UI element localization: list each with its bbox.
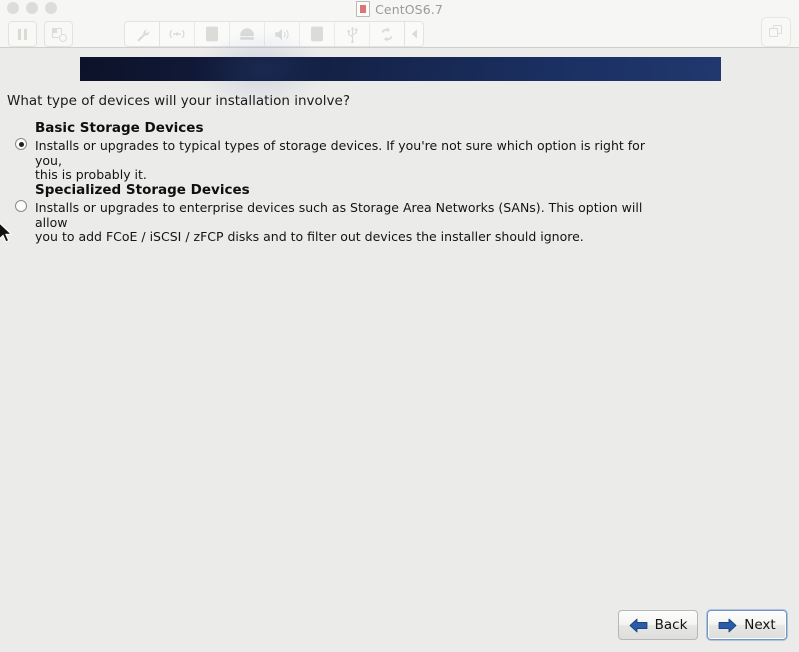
document-icon (356, 1, 371, 17)
wizard-footer: Back Next (618, 610, 787, 640)
wrench-icon (136, 28, 149, 42)
chevron-left-icon (411, 29, 417, 39)
snapshot-button[interactable] (44, 21, 73, 47)
back-button-label: Back (654, 617, 688, 633)
windows-stack-icon (769, 25, 783, 39)
settings-button[interactable] (125, 22, 160, 46)
windows-button[interactable] (761, 17, 791, 47)
next-button[interactable]: Next (707, 610, 787, 640)
radio-specialized-storage-devices[interactable] (15, 200, 27, 212)
vm-left-controls (8, 21, 73, 47)
page-title: What type of devices will your installat… (7, 93, 351, 109)
next-button-label: Next (744, 617, 776, 633)
pause-icon (18, 28, 27, 40)
collapse-toolbar-button[interactable] (405, 22, 423, 46)
sync-icon (381, 27, 393, 41)
arrow-left-icon (629, 618, 648, 632)
window-title: CentOS6.7 (375, 1, 443, 17)
option-title: Specialized Storage Devices (35, 182, 250, 198)
usb-button[interactable] (335, 22, 370, 46)
storage-option-basic[interactable]: Basic Storage Devices Installs or upgrad… (13, 120, 673, 183)
option-description: Installs or upgrades to enterprise devic… (35, 200, 643, 244)
storage-option-specialized[interactable]: Specialized Storage Devices Installs or … (13, 182, 673, 245)
usb-icon (346, 26, 358, 43)
radio-basic-storage-devices[interactable] (15, 138, 27, 150)
arrow-right-icon (718, 618, 737, 632)
vm-window-chrome: CentOS6.7 (0, 0, 799, 48)
back-button[interactable]: Back (618, 610, 698, 640)
optical-drive-icon (311, 26, 323, 42)
option-description: Installs or upgrades to typical types of… (35, 138, 645, 182)
network-button[interactable] (160, 22, 195, 46)
option-title: Basic Storage Devices (35, 120, 204, 136)
guest-screen: What type of devices will your installat… (0, 29, 799, 652)
vm-right-controls (761, 17, 791, 47)
snapshot-clock-icon (51, 27, 67, 42)
shared-folders-button[interactable] (370, 22, 405, 46)
window-title-bar: CentOS6.7 (0, 0, 799, 18)
network-icon (169, 29, 185, 39)
installer-banner (80, 29, 721, 109)
pause-button[interactable] (8, 21, 37, 47)
